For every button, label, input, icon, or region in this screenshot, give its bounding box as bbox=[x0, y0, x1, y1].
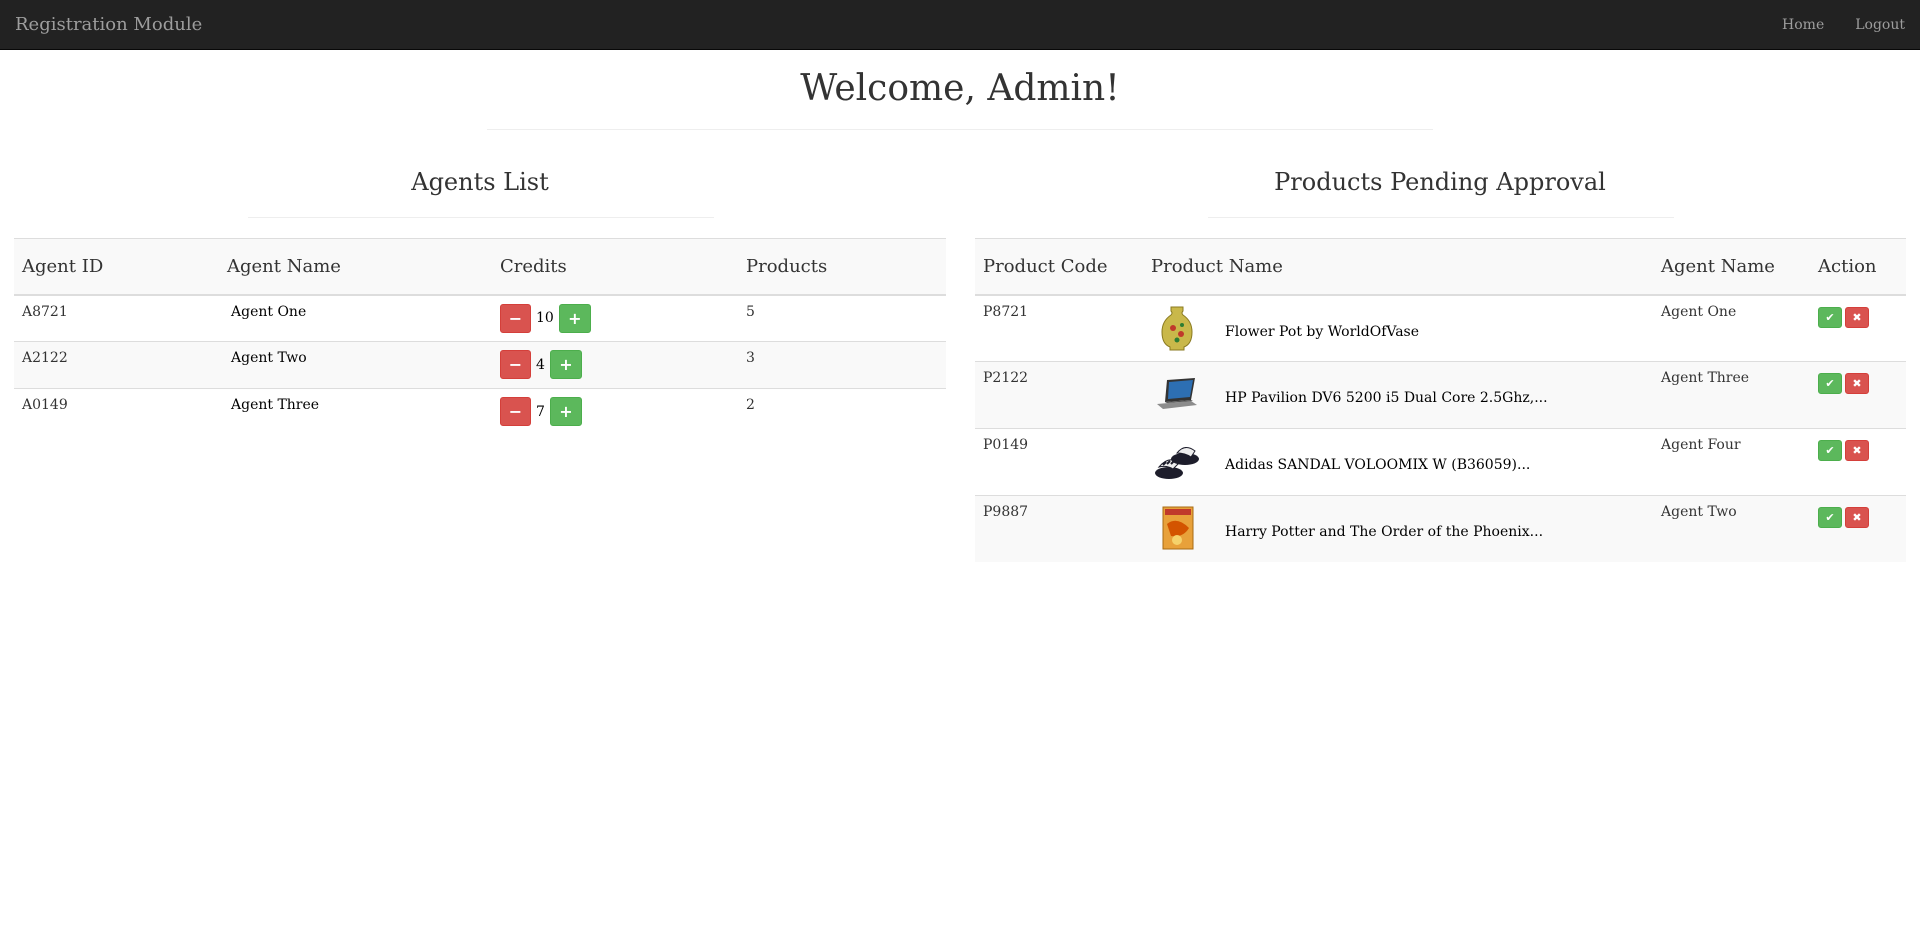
sandal-image bbox=[1153, 437, 1201, 485]
credit-value: 7 bbox=[536, 403, 545, 420]
close-icon: ✖ bbox=[1852, 377, 1862, 390]
table-row: A0149 Agent Three − 7 + 2 bbox=[14, 388, 946, 436]
header-agent-name: Agent Name bbox=[1653, 238, 1810, 296]
products-table: Product Code Product Name Agent Name Act… bbox=[975, 238, 1906, 562]
products-title-divider bbox=[1208, 217, 1674, 218]
minus-icon: − bbox=[508, 402, 523, 421]
product-agent-name: Agent Three bbox=[1653, 361, 1810, 429]
header-agent-name: Agent Name bbox=[219, 238, 492, 296]
book-image bbox=[1153, 504, 1201, 552]
table-row: P8721 Flower Pot by WorldOfVase Agent On… bbox=[975, 294, 1906, 362]
close-icon: ✖ bbox=[1852, 511, 1862, 524]
minus-icon: − bbox=[508, 355, 523, 374]
product-agent-name: Agent One bbox=[1653, 294, 1810, 362]
product-name: Adidas SANDAL VOLOOMIX W (B36059)... bbox=[1225, 457, 1531, 473]
brand-link[interactable]: Registration Module bbox=[15, 0, 202, 49]
header-product-name: Product Name bbox=[1143, 238, 1653, 296]
approve-button[interactable]: ✔ bbox=[1818, 306, 1842, 328]
table-row: P2122 HP Pavilion DV6 5200 i5 Dual Core … bbox=[975, 361, 1906, 429]
product-agent-name: Agent Four bbox=[1653, 428, 1810, 496]
action-cell: ✔ ✖ bbox=[1810, 428, 1906, 496]
action-cell: ✔ ✖ bbox=[1810, 294, 1906, 362]
close-icon: ✖ bbox=[1852, 444, 1862, 457]
product-name-cell: Harry Potter and The Order of the Phoeni… bbox=[1143, 495, 1653, 562]
credit-value: 10 bbox=[536, 310, 554, 326]
agents-table: Agent ID Agent Name Credits Products A87… bbox=[14, 238, 946, 436]
table-row: A2122 Agent Two − 4 + 3 bbox=[14, 341, 946, 389]
agents-header-row: Agent ID Agent Name Credits Products bbox=[14, 238, 946, 296]
reject-button[interactable]: ✖ bbox=[1845, 306, 1869, 328]
table-row: P0149 Adidas SANDAL VOLOOMIX W (B36059).… bbox=[975, 428, 1906, 496]
product-name-cell: HP Pavilion DV6 5200 i5 Dual Core 2.5Ghz… bbox=[1143, 361, 1653, 429]
vase-image bbox=[1153, 304, 1201, 352]
action-cell: ✔ ✖ bbox=[1810, 361, 1906, 429]
product-name: HP Pavilion DV6 5200 i5 Dual Core 2.5Ghz… bbox=[1225, 390, 1548, 406]
reject-button[interactable]: ✖ bbox=[1845, 440, 1869, 461]
product-code: P2122 bbox=[975, 361, 1143, 429]
credits-cell: − 4 + bbox=[492, 341, 738, 389]
plus-icon: + bbox=[568, 308, 582, 328]
product-name: Harry Potter and The Order of the Phoeni… bbox=[1225, 524, 1544, 540]
check-icon: ✔ bbox=[1825, 511, 1835, 524]
plus-icon: + bbox=[559, 402, 573, 421]
agent-name: Agent One bbox=[219, 294, 492, 342]
product-name-cell: Adidas SANDAL VOLOOMIX W (B36059)... bbox=[1143, 428, 1653, 496]
increase-credits-button[interactable]: + bbox=[558, 303, 591, 333]
credits-cell: − 10 + bbox=[492, 294, 738, 342]
product-code: P9887 bbox=[975, 495, 1143, 562]
action-cell: ✔ ✖ bbox=[1810, 495, 1906, 562]
product-name-cell: Flower Pot by WorldOfVase bbox=[1143, 294, 1653, 362]
agent-name: Agent Three bbox=[219, 388, 492, 436]
agent-name: Agent Two bbox=[219, 341, 492, 389]
header-credits: Credits bbox=[492, 238, 738, 296]
agents-list-title: Agents List bbox=[411, 168, 549, 196]
decrease-credits-button[interactable]: − bbox=[500, 350, 531, 379]
credit-value: 4 bbox=[536, 356, 545, 373]
plus-icon: + bbox=[559, 355, 573, 374]
laptop-image bbox=[1153, 370, 1201, 418]
page-title: Welcome, Admin! bbox=[800, 68, 1120, 109]
nav-links: Home Logout bbox=[1751, 0, 1905, 49]
decrease-credits-button[interactable]: − bbox=[500, 397, 531, 426]
approve-button[interactable]: ✔ bbox=[1818, 507, 1842, 528]
check-icon: ✔ bbox=[1825, 444, 1835, 457]
approve-button[interactable]: ✔ bbox=[1818, 440, 1842, 461]
product-count: 3 bbox=[738, 341, 946, 389]
reject-button[interactable]: ✖ bbox=[1845, 373, 1869, 394]
approve-button[interactable]: ✔ bbox=[1818, 373, 1842, 394]
reject-button[interactable]: ✖ bbox=[1845, 507, 1869, 528]
table-row: A8721 Agent One − 10 + 5 bbox=[14, 294, 946, 342]
product-count: 2 bbox=[738, 388, 946, 436]
product-count: 5 bbox=[738, 294, 946, 342]
table-row: P9887 Harry Potter and The Order of the … bbox=[975, 495, 1906, 562]
minus-icon: − bbox=[508, 308, 523, 328]
product-agent-name: Agent Two bbox=[1653, 495, 1810, 562]
credits-cell: − 7 + bbox=[492, 388, 738, 436]
increase-credits-button[interactable]: + bbox=[549, 397, 582, 426]
title-divider bbox=[487, 129, 1433, 130]
header-action: Action bbox=[1810, 238, 1906, 296]
product-code: P0149 bbox=[975, 428, 1143, 496]
home-link[interactable]: Home bbox=[1782, 17, 1824, 33]
check-icon: ✔ bbox=[1825, 310, 1835, 324]
agent-id: A2122 bbox=[14, 341, 219, 389]
product-code: P8721 bbox=[975, 294, 1143, 362]
logout-link[interactable]: Logout bbox=[1855, 17, 1905, 33]
agent-id: A8721 bbox=[14, 294, 219, 342]
check-icon: ✔ bbox=[1825, 377, 1835, 390]
agents-title-divider bbox=[248, 217, 714, 218]
header-products: Products bbox=[738, 238, 946, 296]
products-pending-title: Products Pending Approval bbox=[1274, 168, 1606, 196]
top-navbar: Registration Module Home Logout bbox=[0, 0, 1920, 50]
decrease-credits-button[interactable]: − bbox=[500, 303, 531, 333]
increase-credits-button[interactable]: + bbox=[549, 350, 582, 379]
close-icon: ✖ bbox=[1852, 310, 1862, 324]
products-header-row: Product Code Product Name Agent Name Act… bbox=[975, 238, 1906, 296]
product-name: Flower Pot by WorldOfVase bbox=[1225, 323, 1420, 340]
agent-id: A0149 bbox=[14, 388, 219, 436]
header-agent-id: Agent ID bbox=[14, 238, 219, 296]
header-product-code: Product Code bbox=[975, 238, 1143, 296]
